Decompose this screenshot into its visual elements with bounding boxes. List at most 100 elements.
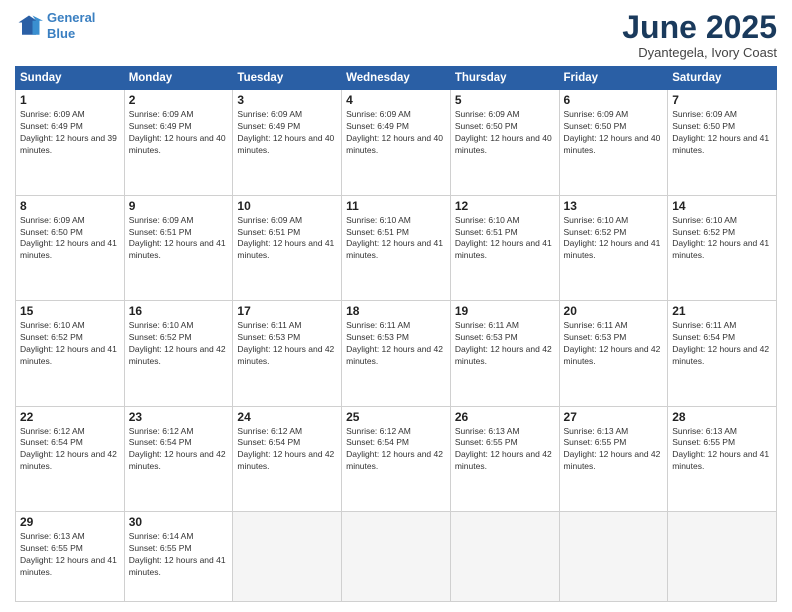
location: Dyantegela, Ivory Coast <box>622 45 777 60</box>
calendar-cell: 26Sunrise: 6:13 AMSunset: 6:55 PMDayligh… <box>450 406 559 511</box>
logo-line1: General <box>47 10 95 25</box>
day-info: Sunrise: 6:12 AMSunset: 6:54 PMDaylight:… <box>237 426 337 474</box>
calendar-cell <box>233 512 342 602</box>
day-number: 24 <box>237 410 337 424</box>
calendar-cell: 14 Sunrise: 6:10 AMSunset: 6:52 PMDayligh… <box>668 195 777 300</box>
calendar-cell <box>559 512 668 602</box>
day-number: 5 <box>455 93 555 107</box>
calendar-cell: 19 Sunrise: 6:11 AMSunset: 6:53 PMDayligh… <box>450 301 559 406</box>
day-info: Sunrise: 6:11 AMSunset: 6:53 PMDaylight:… <box>455 320 555 368</box>
day-info: Sunrise: 6:11 AMSunset: 6:53 PMDaylight:… <box>346 320 446 368</box>
calendar-cell: 3 Sunrise: 6:09 AMSunset: 6:49 PMDaylight… <box>233 90 342 195</box>
calendar-cell: 29 Sunrise: 6:13 AMSunset: 6:55 PMDayligh… <box>16 512 125 602</box>
week-row-2: 8Sunrise: 6:09 AMSunset: 6:50 PMDaylight… <box>16 195 777 300</box>
calendar-cell: 11Sunrise: 6:10 AMSunset: 6:51 PMDayligh… <box>342 195 451 300</box>
day-number: 16 <box>129 304 229 318</box>
weekday-header-tuesday: Tuesday <box>233 67 342 90</box>
day-info: Sunrise: 6:09 AMSunset: 6:50 PMDaylight:… <box>672 109 772 157</box>
day-info: Sunrise: 6:09 AMSunset: 6:51 PMDaylight:… <box>129 215 229 263</box>
calendar-table: SundayMondayTuesdayWednesdayThursdayFrid… <box>15 66 777 602</box>
day-info: Sunrise: 6:12 AMSunset: 6:54 PMDaylight:… <box>346 426 446 474</box>
day-info: Sunrise: 6:13 AMSunset: 6:55 PMDaylight:… <box>20 531 120 579</box>
day-number: 3 <box>237 93 337 107</box>
title-area: June 2025 Dyantegela, Ivory Coast <box>622 10 777 60</box>
week-row-5: 29 Sunrise: 6:13 AMSunset: 6:55 PMDayligh… <box>16 512 777 602</box>
day-info: Sunrise: 6:12 AMSunset: 6:54 PMDaylight:… <box>129 426 229 474</box>
day-number: 27 <box>564 410 664 424</box>
day-info: Sunrise: 6:09 AMSunset: 6:50 PMDaylight:… <box>20 215 120 263</box>
day-number: 12 <box>455 199 555 213</box>
day-number: 29 <box>20 515 120 529</box>
calendar-cell: 25 Sunrise: 6:12 AMSunset: 6:54 PMDayligh… <box>342 406 451 511</box>
day-number: 20 <box>564 304 664 318</box>
day-info: Sunrise: 6:10 AMSunset: 6:52 PMDaylight:… <box>129 320 229 368</box>
day-number: 14 <box>672 199 772 213</box>
day-info: Sunrise: 6:14 AMSunset: 6:55 PMDaylight:… <box>129 531 229 579</box>
calendar-cell: 7 Sunrise: 6:09 AMSunset: 6:50 PMDaylight… <box>668 90 777 195</box>
calendar-cell: 27 Sunrise: 6:13 AMSunset: 6:55 PMDayligh… <box>559 406 668 511</box>
day-number: 9 <box>129 199 229 213</box>
day-number: 11 <box>346 199 446 213</box>
day-info: Sunrise: 6:09 AMSunset: 6:49 PMDaylight:… <box>346 109 446 157</box>
day-number: 30 <box>129 515 229 529</box>
calendar-cell: 17 Sunrise: 6:11 AMSunset: 6:53 PMDayligh… <box>233 301 342 406</box>
weekday-header-sunday: Sunday <box>16 67 125 90</box>
calendar-cell: 21Sunrise: 6:11 AMSunset: 6:54 PMDayligh… <box>668 301 777 406</box>
weekday-header-friday: Friday <box>559 67 668 90</box>
day-number: 10 <box>237 199 337 213</box>
day-info: Sunrise: 6:09 AMSunset: 6:51 PMDaylight:… <box>237 215 337 263</box>
day-info: Sunrise: 6:13 AMSunset: 6:55 PMDaylight:… <box>564 426 664 474</box>
day-number: 4 <box>346 93 446 107</box>
day-info: Sunrise: 6:10 AMSunset: 6:52 PMDaylight:… <box>20 320 120 368</box>
day-number: 19 <box>455 304 555 318</box>
calendar-cell: 8Sunrise: 6:09 AMSunset: 6:50 PMDaylight… <box>16 195 125 300</box>
day-info: Sunrise: 6:09 AMSunset: 6:50 PMDaylight:… <box>564 109 664 157</box>
week-row-1: 1 Sunrise: 6:09 AMSunset: 6:49 PMDaylight… <box>16 90 777 195</box>
logo-icon <box>15 12 43 40</box>
calendar-cell: 28Sunrise: 6:13 AMSunset: 6:55 PMDayligh… <box>668 406 777 511</box>
calendar-cell: 16 Sunrise: 6:10 AMSunset: 6:52 PMDayligh… <box>124 301 233 406</box>
day-number: 7 <box>672 93 772 107</box>
logo-line2: Blue <box>47 26 75 41</box>
day-number: 23 <box>129 410 229 424</box>
day-info: Sunrise: 6:13 AMSunset: 6:55 PMDaylight:… <box>455 426 555 474</box>
weekday-header-wednesday: Wednesday <box>342 67 451 90</box>
calendar-cell: 1 Sunrise: 6:09 AMSunset: 6:49 PMDaylight… <box>16 90 125 195</box>
day-number: 22 <box>20 410 120 424</box>
weekday-header-row: SundayMondayTuesdayWednesdayThursdayFrid… <box>16 67 777 90</box>
day-number: 18 <box>346 304 446 318</box>
day-info: Sunrise: 6:10 AMSunset: 6:51 PMDaylight:… <box>455 215 555 263</box>
page: General Blue June 2025 Dyantegela, Ivory… <box>0 0 792 612</box>
day-info: Sunrise: 6:12 AMSunset: 6:54 PMDaylight:… <box>20 426 120 474</box>
header: General Blue June 2025 Dyantegela, Ivory… <box>15 10 777 60</box>
day-info: Sunrise: 6:09 AMSunset: 6:49 PMDaylight:… <box>237 109 337 157</box>
day-info: Sunrise: 6:11 AMSunset: 6:54 PMDaylight:… <box>672 320 772 368</box>
calendar-cell <box>668 512 777 602</box>
calendar-cell: 15 Sunrise: 6:10 AMSunset: 6:52 PMDayligh… <box>16 301 125 406</box>
day-info: Sunrise: 6:11 AMSunset: 6:53 PMDaylight:… <box>237 320 337 368</box>
week-row-3: 15 Sunrise: 6:10 AMSunset: 6:52 PMDayligh… <box>16 301 777 406</box>
day-info: Sunrise: 6:09 AMSunset: 6:49 PMDaylight:… <box>129 109 229 157</box>
day-info: Sunrise: 6:10 AMSunset: 6:52 PMDaylight:… <box>672 215 772 263</box>
day-info: Sunrise: 6:09 AMSunset: 6:50 PMDaylight:… <box>455 109 555 157</box>
calendar-cell <box>342 512 451 602</box>
day-number: 17 <box>237 304 337 318</box>
day-number: 6 <box>564 93 664 107</box>
calendar-cell: 2 Sunrise: 6:09 AMSunset: 6:49 PMDaylight… <box>124 90 233 195</box>
calendar-cell: 10 Sunrise: 6:09 AMSunset: 6:51 PMDayligh… <box>233 195 342 300</box>
weekday-header-thursday: Thursday <box>450 67 559 90</box>
day-number: 2 <box>129 93 229 107</box>
calendar-cell: 5 Sunrise: 6:09 AMSunset: 6:50 PMDaylight… <box>450 90 559 195</box>
calendar-cell: 24 Sunrise: 6:12 AMSunset: 6:54 PMDayligh… <box>233 406 342 511</box>
calendar-cell: 18 Sunrise: 6:11 AMSunset: 6:53 PMDayligh… <box>342 301 451 406</box>
logo: General Blue <box>15 10 95 41</box>
day-number: 13 <box>564 199 664 213</box>
calendar-cell: 6 Sunrise: 6:09 AMSunset: 6:50 PMDaylight… <box>559 90 668 195</box>
day-info: Sunrise: 6:09 AMSunset: 6:49 PMDaylight:… <box>20 109 120 157</box>
day-number: 25 <box>346 410 446 424</box>
calendar-cell: 23 Sunrise: 6:12 AMSunset: 6:54 PMDayligh… <box>124 406 233 511</box>
day-number: 15 <box>20 304 120 318</box>
day-number: 1 <box>20 93 120 107</box>
logo-text: General Blue <box>47 10 95 41</box>
calendar-cell: 12 Sunrise: 6:10 AMSunset: 6:51 PMDayligh… <box>450 195 559 300</box>
